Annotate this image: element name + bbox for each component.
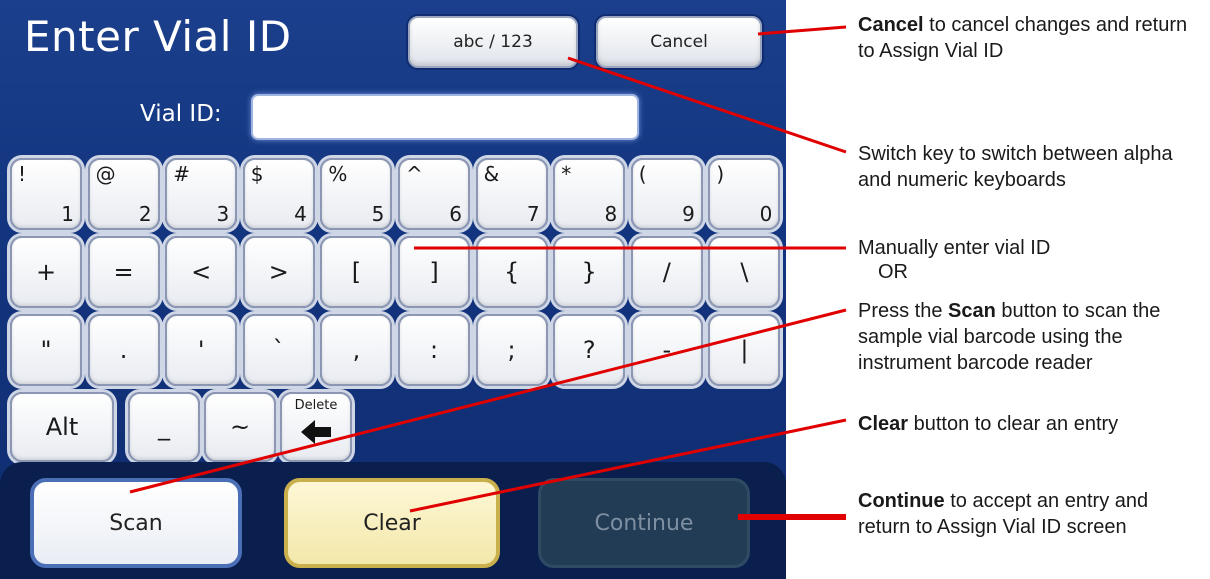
switch-annotation: Switch key to switch between alpha and n… [858,143,1173,191]
clear-annotation: Clear button to clear an entry [858,411,1204,437]
clear-annotation-bold: Clear [858,413,909,435]
cancel-annotation-bold: Cancel [858,14,924,36]
scan-callout-line [129,308,847,494]
scan-annotation-pre: Press the [858,300,949,322]
continue-annotation: Continue to accept an entry and return t… [858,488,1188,540]
cancel-callout-line [757,25,847,36]
switch-callout-line [567,56,847,154]
cancel-annotation: Cancel to cancel changes and return to A… [858,12,1204,64]
continue-annotation-bold: Continue [858,490,945,512]
or-annotation: OR [878,261,908,283]
scan-annotation: Press the Scan button to scan the sample… [858,298,1204,376]
clear-annotation-text: button to clear an entry [908,413,1119,435]
clear-callout-line [409,418,847,513]
manual-annotation: Manually enter vial ID [858,237,1051,259]
scan-annotation-bold: Scan [948,300,996,322]
